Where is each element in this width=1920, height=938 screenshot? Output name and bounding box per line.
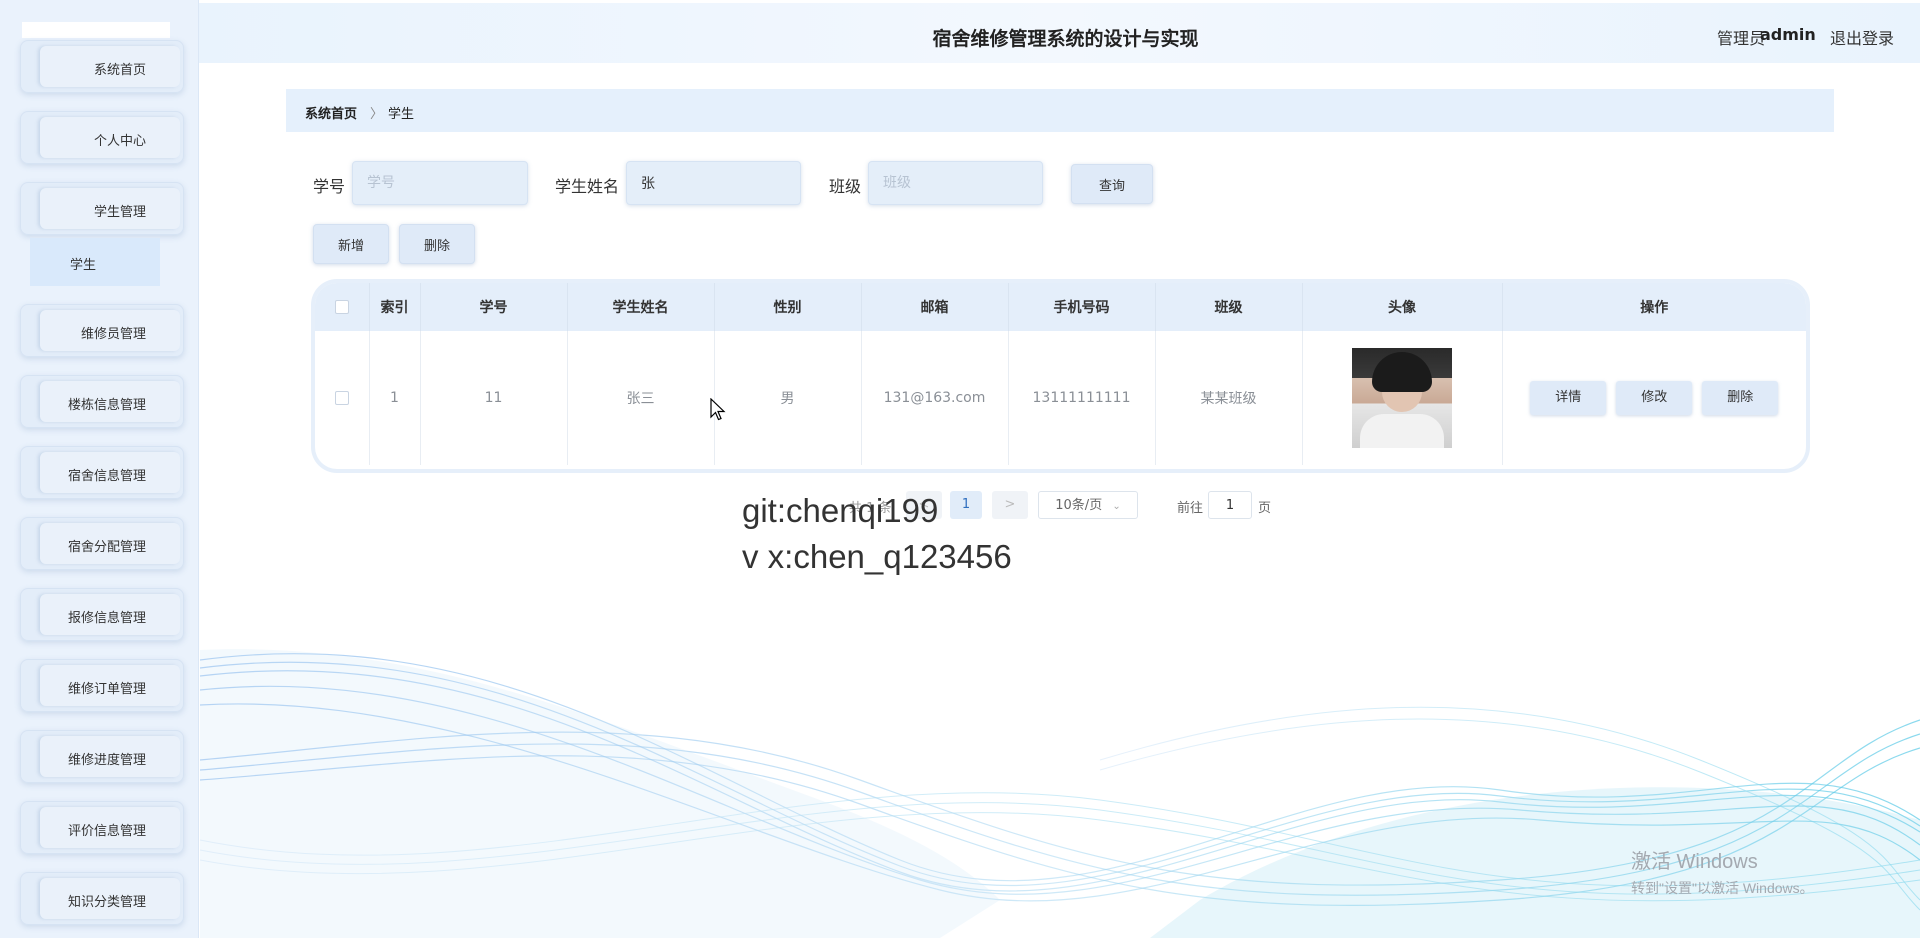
student-no-label: 学号 [313,177,346,196]
windows-activation-notice: 激活 Windows 转到"设置"以激活 Windows。 [1631,845,1814,898]
sidebar-item-label: 学生管理 [93,205,146,220]
sidebar-item-label: 维修员管理 [80,327,146,342]
sidebar-item-building-management[interactable]: 楼栋信息管理 [20,375,184,428]
sidebar-item-repair-orders[interactable]: 维修订单管理 [20,659,184,712]
next-page-button[interactable]: > [992,491,1028,519]
column-header: 班级 [1155,283,1303,331]
avatar [1352,348,1452,448]
table-header-row: 索引 学号 学生姓名 性别 邮箱 手机号码 班级 头像 操作 [315,283,1806,331]
column-header: 学号 [420,283,568,331]
top-header: 宿舍维修管理系统的设计与实现 管理员 admin 退出登录 [199,3,1920,63]
class-cell: 某某班级 [1155,331,1303,465]
watermark-git: git:chenqi199 [742,492,939,529]
sidebar-item-repair-info[interactable]: 报修信息管理 [20,588,184,641]
watermark-wx: v x:chen_q123456 [742,538,1012,575]
column-header: 头像 [1302,283,1503,331]
windows-activation-subtitle: 转到"设置"以激活 Windows。 [1631,880,1814,896]
logout-link[interactable]: 退出登录 [1830,25,1894,49]
row-select-cell[interactable] [315,331,370,465]
column-header: 学生姓名 [567,283,715,331]
goto-label: 前往 [1177,501,1204,516]
sidebar-item-label: 维修进度管理 [67,753,146,768]
background-waves [199,649,1920,938]
student-table: 索引 学号 学生姓名 性别 邮箱 手机号码 班级 头像 操作 1 11 张三 男… [315,283,1806,469]
mouse-cursor-icon [710,398,726,421]
sidebar-item-home[interactable]: 系统首页 [20,40,184,93]
student-name-cell: 张三 [567,331,715,465]
add-button[interactable]: 新增 [313,224,389,264]
page-number-current[interactable]: 1 [950,491,982,519]
sidebar-item-label: 楼栋信息管理 [67,398,146,413]
email-cell: 131@163.com [861,331,1009,465]
student-name-label: 学生姓名 [555,177,620,196]
sidebar-item-label: 系统首页 [93,63,146,78]
column-header: 邮箱 [861,283,1009,331]
sidebar-item-review-info[interactable]: 评价信息管理 [20,801,184,854]
select-all-header[interactable] [315,283,370,331]
student-no-input[interactable] [352,161,528,205]
detail-button[interactable]: 详情 [1530,381,1607,415]
operations-cell: 详情 修改 删除 [1502,331,1806,465]
sidebar-item-label: 评价信息管理 [67,824,146,839]
breadcrumb-separator-icon: 〉 [370,107,384,122]
gender-cell: 男 [714,331,862,465]
sidebar-item-dorm-allocation[interactable]: 宿舍分配管理 [20,517,184,570]
sidebar-item-label: 维修订单管理 [67,682,146,697]
student-name-input[interactable] [626,161,801,205]
breadcrumb-home[interactable]: 系统首页 [305,103,357,122]
username: admin [1760,25,1816,44]
row-delete-button[interactable]: 删除 [1702,381,1779,415]
avatar-hair [1372,352,1432,392]
sidebar-item-profile[interactable]: 个人中心 [20,111,184,164]
breadcrumb: 系统首页 〉 学生 [286,89,1834,132]
sidebar-item-label: 宿舍分配管理 [67,540,146,555]
sidebar-item-student-management[interactable]: 学生管理 [20,182,184,235]
avatar-cell [1302,331,1503,465]
column-header: 操作 [1640,300,1669,316]
select-all-checkbox[interactable] [334,300,349,314]
goto-page-input[interactable]: 1 [1208,491,1252,519]
column-header: 索引 [369,283,421,331]
page-size-value: 10条/页 [1055,498,1103,513]
page-suffix: 页 [1258,501,1272,516]
avatar-shirt [1360,414,1444,448]
sidebar-subitem-label: 学生 [70,258,97,273]
sidebar-item-label: 知识分类管理 [67,895,146,910]
edit-button[interactable]: 修改 [1616,381,1693,415]
query-button[interactable]: 查询 [1071,164,1153,204]
page-size-select[interactable]: 10条/页 ⌄ [1038,491,1138,519]
row-checkbox[interactable] [334,391,349,405]
table-row: 1 11 张三 男 131@163.com 13111111111 某某班级 详… [315,331,1806,465]
sidebar-item-dorm-management[interactable]: 宿舍信息管理 [20,446,184,499]
class-input[interactable] [868,161,1043,205]
index-cell: 1 [369,331,421,465]
student-no-cell: 11 [420,331,568,465]
sidebar-item-repairman-management[interactable]: 维修员管理 [20,304,184,357]
windows-activation-title: 激活 Windows [1631,851,1758,873]
app-title: 宿舍维修管理系统的设计与实现 [932,28,1199,50]
column-header: 手机号码 [1008,283,1156,331]
sidebar-item-label: 个人中心 [93,134,146,149]
column-header: 性别 [714,283,862,331]
sidebar-item-repair-progress[interactable]: 维修进度管理 [20,730,184,783]
sidebar-top-strip [22,22,170,38]
breadcrumb-current: 学生 [388,107,415,122]
phone-cell: 13111111111 [1008,331,1156,465]
sidebar-item-label: 报修信息管理 [67,611,146,626]
sidebar-item-label: 宿舍信息管理 [67,469,146,484]
user-role: 管理员 [1717,29,1766,48]
sidebar-item-knowledge-category[interactable]: 知识分类管理 [20,872,184,925]
sidebar: 系统首页 个人中心 学生管理 学生 维修员管理 楼栋信息管理 宿舍信息管理 宿舍… [0,0,199,938]
class-label: 班级 [829,177,862,196]
sidebar-subitem-student[interactable]: 学生 [30,238,160,286]
chevron-down-icon: ⌄ [1112,501,1121,512]
delete-button[interactable]: 删除 [399,224,475,264]
